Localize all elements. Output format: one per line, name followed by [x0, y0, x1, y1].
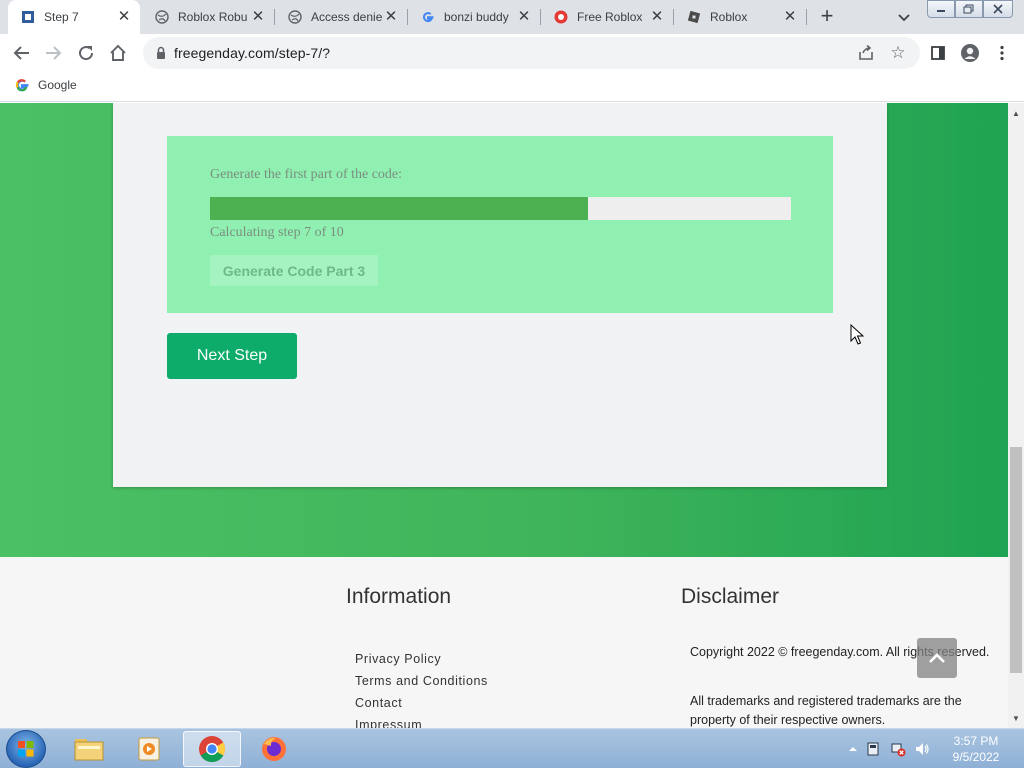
windows-taskbar: 3:57 PM 9/5/2022 — [0, 728, 1024, 768]
tab-strip: Step 7 ✕ Roblox Robu ✕ Access denie ✕ bo… — [0, 0, 1024, 34]
scrollbar-thumb[interactable] — [1010, 447, 1022, 673]
google-g-icon — [420, 9, 436, 25]
trademark-text: All trademarks and registered trademarks… — [690, 694, 962, 727]
home-button[interactable] — [105, 40, 131, 66]
close-tab-icon[interactable]: ✕ — [116, 9, 132, 25]
disclaimer-heading: Disclaimer — [681, 585, 780, 608]
folder-icon — [74, 739, 104, 761]
bookmark-google[interactable]: Google — [14, 77, 77, 93]
forward-arrow-icon — [46, 46, 62, 60]
reload-icon — [79, 46, 94, 61]
page-scrollbar[interactable]: ▲ ▼ — [1008, 103, 1024, 728]
chrome-icon — [199, 736, 226, 763]
next-step-button[interactable]: Next Step — [167, 333, 297, 379]
google-g-icon — [15, 79, 29, 92]
step-card: Generate the first part of the code: Cal… — [113, 103, 887, 487]
side-panel-button[interactable] — [925, 40, 951, 66]
tab-title: Free Roblox — [577, 10, 643, 24]
close-tab-icon[interactable]: ✕ — [516, 9, 532, 25]
address-bar[interactable]: freegenday.com/step-7/? ☆ — [143, 37, 920, 69]
clock-time: 3:57 PM — [953, 734, 999, 748]
scroll-to-top-button[interactable] — [917, 638, 957, 678]
share-icon[interactable] — [857, 44, 875, 62]
bookmark-label: Google — [38, 78, 77, 92]
minimize-window-button[interactable] — [927, 0, 955, 18]
browser-toolbar: freegenday.com/step-7/? ☆ — [0, 34, 1024, 72]
tab-free-roblox[interactable]: Free Roblox ✕ — [541, 0, 673, 34]
forward-button[interactable] — [40, 40, 66, 66]
new-tab-button[interactable]: + — [815, 5, 839, 29]
information-heading: Information — [346, 585, 452, 608]
generator-label: Generate the first part of the code: — [210, 167, 403, 182]
tab-roblox-robux[interactable]: Roblox Robu ✕ — [142, 0, 274, 34]
progress-bar — [210, 197, 791, 220]
tray-volume-icon[interactable] — [914, 741, 930, 757]
contact-link[interactable]: Contact — [355, 695, 488, 717]
tab-title: bonzi buddy — [444, 10, 509, 24]
scroll-up-arrow-icon[interactable]: ▲ — [1008, 105, 1024, 121]
scroll-down-arrow-icon[interactable]: ▼ — [1008, 710, 1024, 726]
tab-title: Access denie — [311, 10, 383, 24]
globe-icon — [287, 9, 303, 25]
taskbar-firefox[interactable] — [245, 731, 303, 767]
calculation-status: Calculating step 7 of 10 — [210, 225, 344, 240]
tray-network-error-icon[interactable] — [890, 741, 906, 757]
kebab-menu-icon — [1000, 45, 1004, 61]
close-tab-icon[interactable]: ✕ — [383, 9, 399, 25]
close-tab-icon[interactable]: ✕ — [782, 9, 798, 25]
page-viewport: Generate the first part of the code: Cal… — [0, 103, 1008, 728]
globe-icon — [154, 9, 170, 25]
tab-title: Roblox Robu — [178, 10, 248, 24]
code-generator-panel: Generate the first part of the code: Cal… — [167, 136, 833, 313]
tab-roblox[interactable]: Roblox ✕ — [674, 0, 806, 34]
footer: Information Privacy Policy Terms and Con… — [0, 557, 1008, 728]
lock-icon — [153, 45, 169, 61]
bookmark-star-icon[interactable]: ☆ — [888, 43, 908, 63]
profile-avatar-icon — [961, 44, 979, 62]
windows-logo-icon — [18, 741, 34, 757]
close-window-button[interactable] — [983, 0, 1013, 18]
media-player-icon — [138, 737, 160, 761]
taskbar-file-explorer[interactable] — [60, 731, 118, 767]
profile-button[interactable] — [957, 40, 983, 66]
tab-access-denied[interactable]: Access denie ✕ — [275, 0, 407, 34]
restore-window-button[interactable] — [955, 0, 983, 18]
progress-bar-fill — [210, 197, 588, 220]
footer-links: Privacy Policy Terms and Conditions Cont… — [355, 651, 488, 728]
roblox-logo-icon — [686, 9, 702, 25]
menu-button[interactable] — [989, 40, 1015, 66]
tab-separator — [806, 9, 807, 25]
home-icon — [110, 44, 126, 61]
tab-bonzi-buddy[interactable]: bonzi buddy ✕ — [408, 0, 540, 34]
close-tab-icon[interactable]: ✕ — [649, 9, 665, 25]
chevron-up-icon — [929, 653, 945, 663]
terms-link[interactable]: Terms and Conditions — [355, 673, 488, 695]
generate-code-button[interactable]: Generate Code Part 3 — [210, 255, 378, 286]
taskbar-chrome[interactable] — [183, 731, 241, 767]
clock-date: 9/5/2022 — [952, 750, 1000, 764]
back-button[interactable] — [9, 40, 35, 66]
impressum-link[interactable]: Impressum — [355, 717, 488, 728]
side-panel-icon — [931, 46, 945, 60]
close-tab-icon[interactable]: ✕ — [250, 9, 266, 25]
tab-title: Roblox — [710, 10, 748, 24]
bookmarks-bar: Google — [0, 72, 1024, 102]
url-text[interactable]: freegenday.com/step-7/? — [174, 45, 330, 61]
privacy-policy-link[interactable]: Privacy Policy — [355, 651, 488, 673]
tab-search-chevron-icon[interactable] — [893, 6, 915, 28]
mouse-cursor-icon — [850, 324, 864, 345]
reload-button[interactable] — [73, 40, 99, 66]
tray-show-hidden-icon[interactable] — [845, 741, 861, 757]
start-button[interactable] — [6, 730, 46, 768]
tray-device-icon[interactable] — [866, 741, 882, 757]
firefox-icon — [262, 737, 286, 761]
tab-step-7[interactable]: Step 7 ✕ — [8, 0, 140, 34]
system-clock[interactable]: 3:57 PM 9/5/2022 — [940, 733, 1012, 765]
site-favicon-icon — [20, 9, 36, 25]
tab-title: Step 7 — [44, 10, 79, 24]
back-arrow-icon — [13, 46, 29, 60]
taskbar-media-player[interactable] — [120, 731, 178, 767]
red-circle-icon — [553, 9, 569, 25]
